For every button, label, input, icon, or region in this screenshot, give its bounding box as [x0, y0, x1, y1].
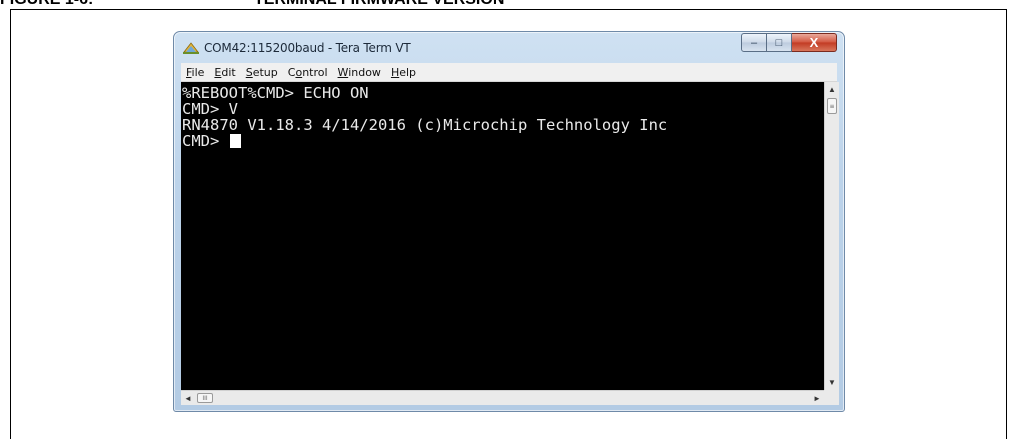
horizontal-scroll-thumb[interactable]: III	[197, 393, 213, 403]
title-bar[interactable]: COM42:115200baud - Tera Term VT – □ X	[174, 32, 844, 64]
figure-title: TERMINAL FIRMWARE VERSION	[254, 0, 504, 9]
menu-file[interactable]: File	[181, 66, 209, 79]
minimize-icon: –	[750, 36, 758, 49]
terminal-line: %REBOOT%CMD> ECHO ON	[182, 84, 369, 102]
minimize-button[interactable]: –	[741, 33, 767, 52]
scroll-down-arrow-icon[interactable]: ▼	[825, 375, 839, 390]
window-title: COM42:115200baud - Tera Term VT	[204, 41, 411, 55]
scroll-right-arrow-icon[interactable]: ►	[810, 391, 824, 405]
tera-term-app-icon	[183, 42, 199, 54]
terminal-output[interactable]: %REBOOT%CMD> ECHO ON CMD> V RN4870 V1.18…	[181, 82, 824, 390]
figure-number: FIGURE 1-6:	[0, 0, 93, 9]
vertical-scroll-thumb[interactable]: ≡	[827, 98, 837, 114]
menu-control[interactable]: Control	[283, 66, 333, 79]
menu-help[interactable]: Help	[386, 66, 421, 79]
resize-grip-icon[interactable]	[824, 390, 839, 405]
horizontal-scrollbar[interactable]: ◄ III ►	[181, 390, 824, 405]
vertical-scrollbar[interactable]: ▲ ≡ ▼	[824, 82, 839, 390]
maximize-icon: □	[775, 36, 783, 49]
menu-setup[interactable]: Setup	[241, 66, 283, 79]
scroll-left-arrow-icon[interactable]: ◄	[181, 391, 195, 405]
close-button[interactable]: X	[792, 33, 837, 52]
menu-window[interactable]: Window	[333, 66, 386, 79]
close-icon: X	[809, 35, 819, 50]
terminal-prompt: CMD>	[182, 132, 229, 150]
scroll-up-arrow-icon[interactable]: ▲	[825, 82, 839, 97]
terminal-line: CMD> V	[182, 100, 238, 118]
text-cursor	[229, 134, 241, 148]
window-controls: – □ X	[741, 33, 837, 53]
menu-edit[interactable]: Edit	[209, 66, 240, 79]
terminal-line: RN4870 V1.18.3 4/14/2016 (c)Microchip Te…	[182, 116, 668, 134]
terminal-prompt-line: CMD>	[182, 133, 241, 149]
menu-bar: File Edit Setup Control Window Help	[181, 63, 837, 82]
maximize-button[interactable]: □	[767, 33, 792, 52]
tera-term-window: COM42:115200baud - Tera Term VT – □ X Fi…	[173, 31, 845, 412]
